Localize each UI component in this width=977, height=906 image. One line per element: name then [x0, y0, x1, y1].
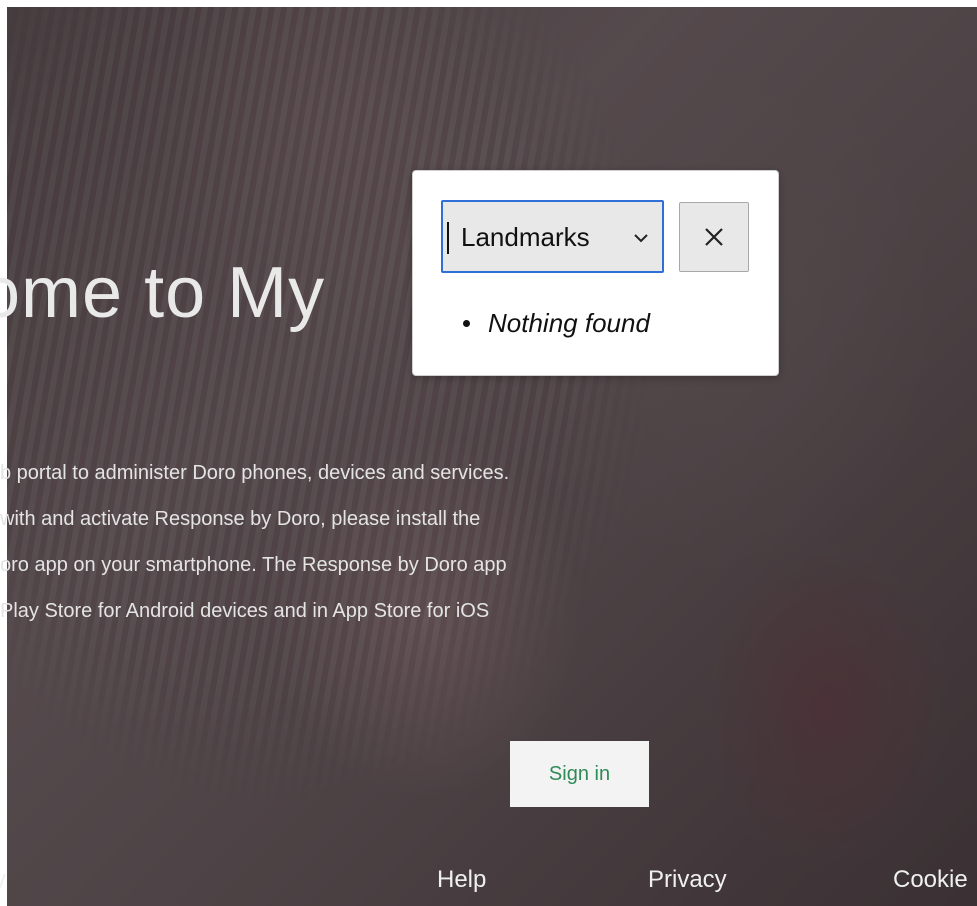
landmarks-popup: Landmarks Nothing found [412, 170, 779, 376]
no-results-text: Nothing found [488, 308, 650, 338]
sign-in-button[interactable]: Sign in [510, 741, 649, 807]
list-item: Nothing found [463, 308, 650, 339]
footer-link-help[interactable]: Help [437, 866, 486, 894]
intro-line: oro app on your smartphone. The Response… [0, 554, 507, 576]
footer-link-partial[interactable]: y [0, 866, 6, 894]
intro-line: b portal to administer Doro phones, devi… [0, 462, 510, 484]
close-icon [680, 226, 748, 248]
landmarks-select[interactable]: Landmarks [441, 200, 664, 273]
footer-link-cookie[interactable]: Cookie [893, 866, 968, 894]
footer-link-privacy[interactable]: Privacy [648, 866, 727, 894]
bullet-icon [463, 320, 470, 327]
landmarks-select-value: Landmarks [461, 222, 590, 252]
text-cursor [447, 222, 449, 254]
intro-paragraph: b portal to administer Doro phones, devi… [0, 450, 760, 634]
welcome-heading: ome to My [0, 253, 326, 333]
intro-line: with and activate Response by Doro, plea… [0, 508, 481, 530]
chevron-down-icon [633, 224, 649, 250]
landmarks-results-list: Nothing found [463, 308, 650, 339]
intro-line: Play Store for Android devices and in Ap… [0, 600, 490, 622]
close-button[interactable] [679, 202, 749, 272]
